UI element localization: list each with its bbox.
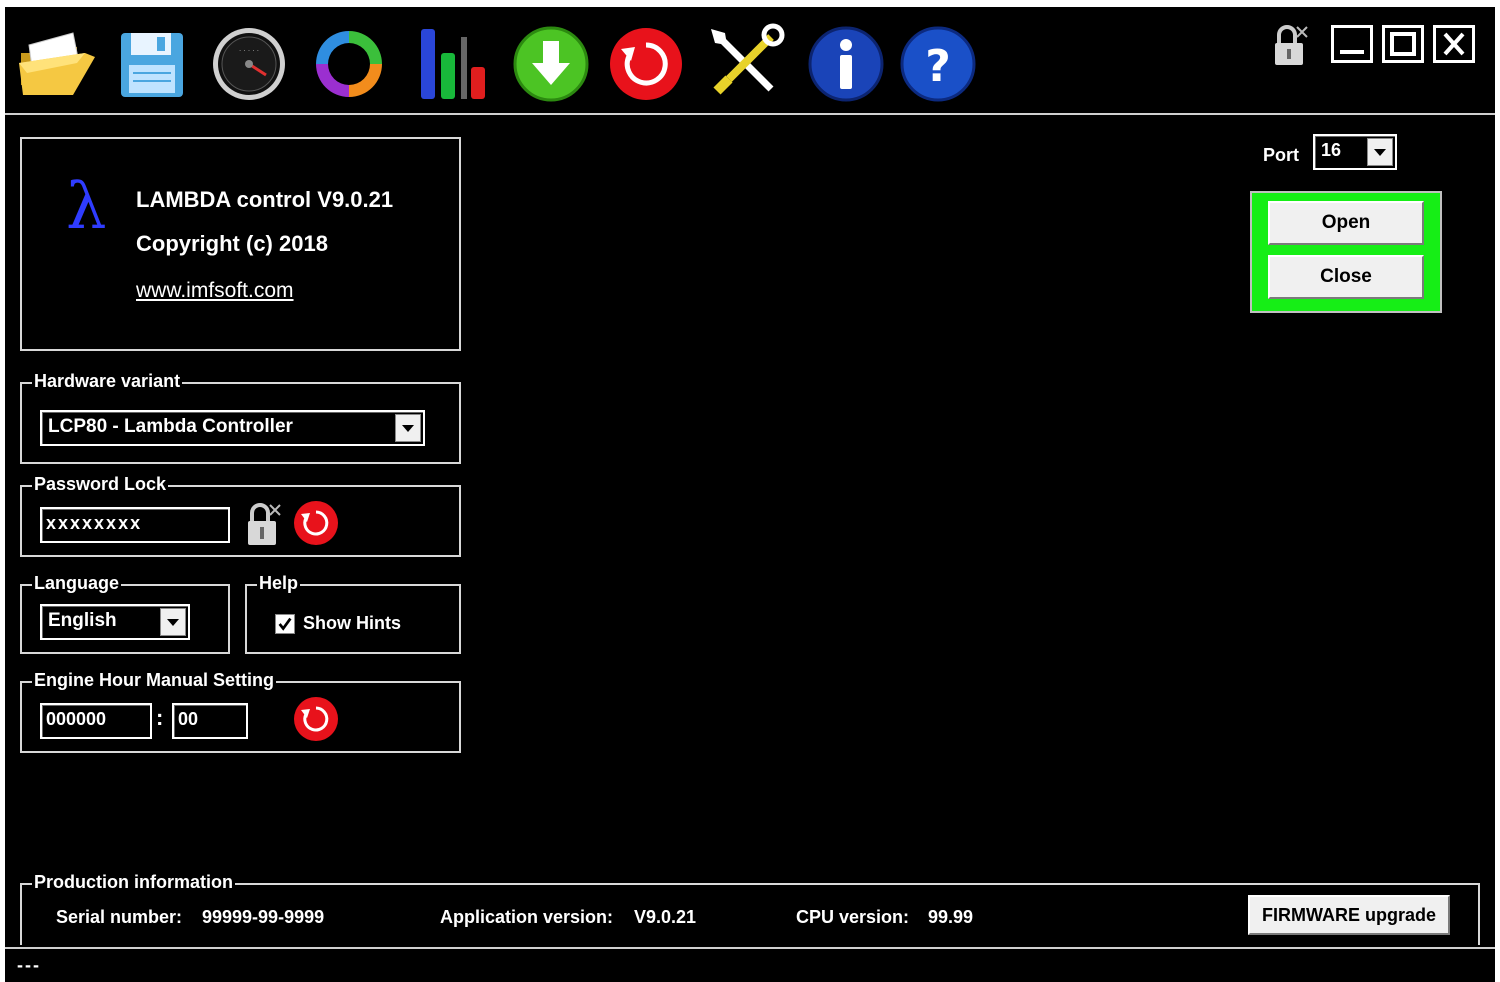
hardware-variant-value: LCP80 - Lambda Controller [48,416,293,437]
hardware-variant-title: Hardware variant [32,371,183,392]
gauge-icon[interactable]: · · · · · [208,23,290,105]
chevron-down-icon[interactable] [395,414,421,442]
app-version-label: Application version: [440,907,614,927]
save-disk-icon[interactable] [117,23,187,105]
engine-hour-title: Engine Hour Manual Setting [32,670,277,691]
port-select[interactable]: 16 [1313,134,1397,170]
cpu-version-label: CPU version: [796,907,910,927]
serial-number-value: 99999-99-9999 [202,907,325,927]
show-hints-label[interactable]: Show Hints [303,613,401,634]
port-value: 16 [1321,140,1342,160]
reset-icon [294,501,338,545]
close-button[interactable]: Close [1268,255,1424,299]
website-link[interactable]: www.imfsoft.com [136,279,294,303]
language-title: Language [32,573,122,594]
open-button[interactable]: Open [1268,201,1424,245]
lock-icon[interactable] [1267,21,1313,71]
engine-minutes-field[interactable]: 00 [172,703,248,739]
svg-text:· · · · ·: · · · · · [239,47,259,55]
hardware-variant-group: Hardware variant LCP80 - Lambda Controll… [20,371,461,464]
about-panel: λ LAMBDA control V9.0.21 Copyright (c) 2… [20,137,461,351]
close-icon[interactable] [1433,25,1475,63]
app-window: · · · · · ? λ LAMBDA control V9.0.21 Cop… [5,7,1495,982]
password-lock-title: Password Lock [32,474,169,495]
checkmark-icon [278,617,292,631]
info-icon[interactable] [805,23,887,105]
download-arrow-icon[interactable] [510,23,592,105]
status-bar: --- [5,947,1495,982]
tools-icon[interactable] [705,23,787,105]
app-version-value: V9.0.21 [634,907,697,927]
help-title: Help [257,573,301,594]
copyright-text: Copyright (c) 2018 [136,231,328,256]
connection-panel: Open Close [1250,191,1442,313]
engine-hours-field[interactable]: 000000 [40,703,152,739]
bar-graph-icon[interactable] [413,23,495,105]
language-group: Language English [20,573,230,654]
password-lock-group: Password Lock xxxxxxxx [20,474,461,557]
hardware-variant-select[interactable]: LCP80 - Lambda Controller [40,410,425,446]
serial-number-label: Serial number: [56,907,183,927]
password-field[interactable]: xxxxxxxx [40,507,230,543]
help-icon[interactable]: ? [897,23,979,105]
production-info-title: Production information [32,872,235,893]
engine-hour-group: Engine Hour Manual Setting 000000 : 00 [20,670,461,753]
status-text: --- [17,955,41,975]
lock-icon[interactable] [240,499,286,549]
language-select[interactable]: English [40,604,190,640]
chevron-down-icon[interactable] [1367,138,1393,166]
chevron-down-icon[interactable] [160,608,186,636]
reset-icon[interactable] [605,23,687,105]
svg-text:?: ? [925,41,951,92]
port-label: Port [1263,145,1299,165]
firmware-upgrade-button[interactable]: FIRMWARE upgrade [1248,895,1450,935]
language-value: English [48,610,117,631]
reset-icon [294,697,338,741]
engine-hour-set-button[interactable] [292,695,340,743]
lambda-logo: λ [66,170,107,244]
time-separator: : [156,705,164,730]
password-reset-button[interactable] [292,499,340,547]
toolbar: · · · · · ? [5,7,1495,115]
cpu-version-value: 99.99 [928,907,974,927]
open-folder-icon[interactable] [15,23,97,105]
show-hints-checkbox[interactable] [275,614,295,634]
refresh-cycle-icon[interactable] [308,23,390,105]
minimize-icon[interactable] [1331,25,1373,63]
production-info-group: Production information Serial number: 99… [20,872,1480,945]
help-group: Help Show Hints [245,573,461,654]
app-title: LAMBDA control V9.0.21 [136,187,394,212]
maximize-icon[interactable] [1382,25,1424,63]
